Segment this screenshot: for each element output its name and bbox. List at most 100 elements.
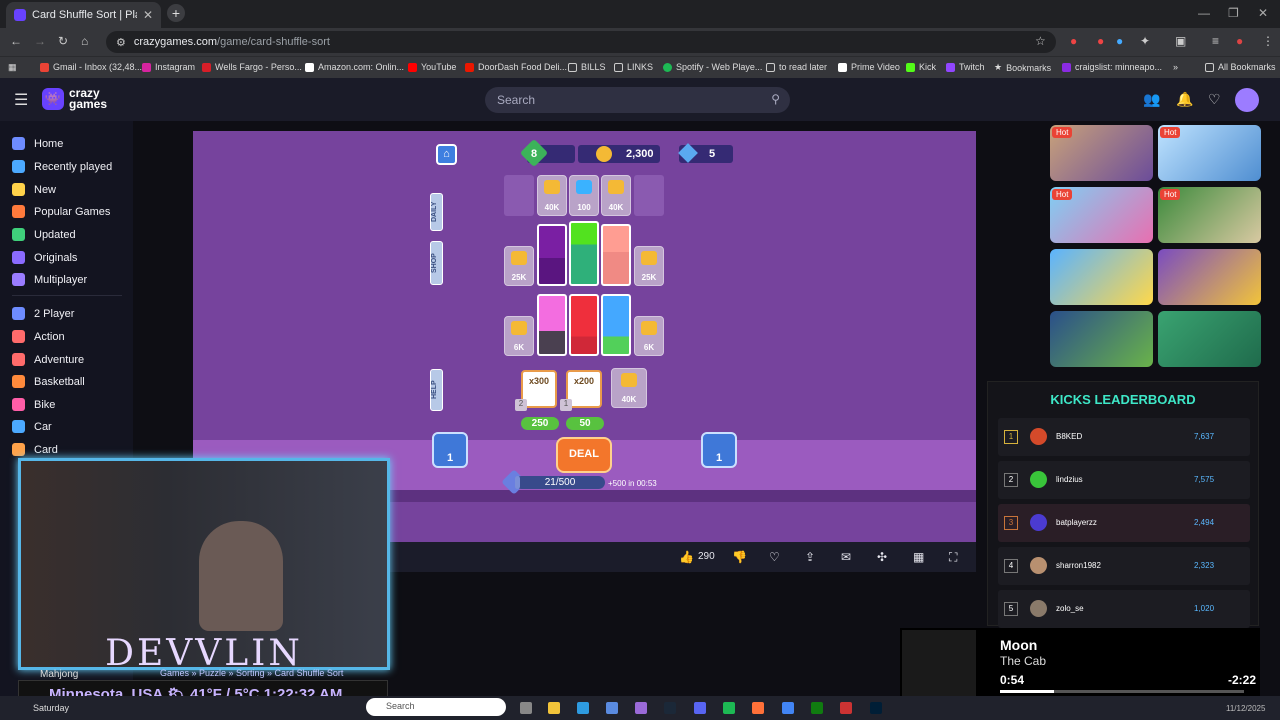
sidebar-item-originals[interactable]: Originals <box>12 251 77 264</box>
home-icon[interactable]: ⌂ <box>81 34 88 48</box>
all-bookmarks-button[interactable]: All Bookmarks <box>1205 62 1276 72</box>
deal-button[interactable]: DEAL <box>556 437 612 473</box>
game-thumbnail[interactable] <box>1050 311 1153 367</box>
bookmark-folder-read-later[interactable]: to read later <box>766 62 827 72</box>
card-stack-pink[interactable] <box>537 294 567 356</box>
firefox-icon[interactable] <box>752 702 764 714</box>
game-thumbnail[interactable] <box>1158 249 1261 305</box>
url-field[interactable]: ⚙ crazygames.com/game/card-shuffle-sort <box>106 31 1056 53</box>
help-button[interactable]: HELP <box>430 369 443 411</box>
game-home-button[interactable]: ⌂ <box>436 144 457 165</box>
game-thumbnail[interactable] <box>1158 311 1261 367</box>
hamburger-menu-icon[interactable]: ☰ <box>14 90 28 110</box>
task-view-icon[interactable] <box>520 702 532 714</box>
game-thumbnail[interactable]: Hot <box>1158 125 1261 181</box>
extensions-puzzle-icon[interactable]: ✦ <box>1140 34 1150 48</box>
sidepanel-icon[interactable]: ▣ <box>1175 34 1186 48</box>
sidebar-item-popular-games[interactable]: Popular Games <box>12 205 110 218</box>
user-avatar[interactable] <box>1235 88 1259 112</box>
sidebar-item-mahjong[interactable]: Mahjong <box>40 669 78 680</box>
extension-icon[interactable]: ● <box>1097 34 1104 48</box>
bookmark-overflow-button[interactable]: » <box>1173 62 1178 72</box>
locked-slot[interactable]: 25K <box>504 246 534 286</box>
crazygames-logo[interactable]: 👾 crazy games <box>42 87 107 110</box>
menu-list-icon[interactable]: ≡ <box>1212 34 1219 48</box>
browser-menu-icon[interactable]: ⋮ <box>1262 34 1274 48</box>
new-tab-button[interactable]: + <box>167 4 185 22</box>
profile-icon[interactable]: ● <box>1236 34 1243 48</box>
close-window-icon[interactable]: ✕ <box>1258 6 1268 20</box>
sidebar-item-2-player[interactable]: 2 Player <box>12 307 74 320</box>
apps-grid-icon[interactable]: ▦ <box>8 62 17 73</box>
taskbar-search[interactable]: Search <box>366 698 506 716</box>
favorite-heart-icon[interactable]: ♡ <box>769 550 780 564</box>
daily-button[interactable]: DAILY <box>430 193 443 231</box>
bookmark-twitch[interactable]: Twitch <box>946 62 985 72</box>
sidebar-item-updated[interactable]: Updated <box>12 228 76 241</box>
locked-slot[interactable]: 25K <box>634 246 664 286</box>
locked-slot[interactable]: 40K <box>601 175 631 216</box>
xbox-icon[interactable] <box>811 702 823 714</box>
extension-icon[interactable]: ● <box>1116 34 1123 48</box>
steam-icon[interactable] <box>664 702 676 714</box>
card-stack-blue[interactable] <box>601 294 631 356</box>
share-icon[interactable]: ⇪ <box>805 550 815 564</box>
sidebar-item-new[interactable]: New <box>12 183 56 196</box>
locked-slot[interactable]: 6K <box>504 316 534 356</box>
maximize-icon[interactable]: ❐ <box>1228 6 1239 20</box>
photoshop-icon[interactable] <box>870 702 882 714</box>
friends-icon[interactable]: 👥 <box>1143 91 1160 108</box>
sidebar-item-car[interactable]: Car <box>12 420 52 433</box>
powerup-bomb-button[interactable]: 1 <box>701 432 737 468</box>
sidebar-item-multiplayer[interactable]: Multiplayer <box>12 273 87 286</box>
forward-icon[interactable]: → <box>34 34 46 48</box>
reload-icon[interactable]: ↻ <box>58 34 68 48</box>
back-icon[interactable]: ← <box>10 34 22 48</box>
bookmark-kick[interactable]: Kick <box>906 62 936 72</box>
multiplier-cost-2[interactable]: 50 <box>566 417 604 430</box>
bookmark-folder-bookmarks[interactable]: ★ Bookmarks <box>994 62 1051 73</box>
copilot-icon[interactable] <box>635 702 647 714</box>
bookmark-prime-video[interactable]: Prime Video <box>838 62 900 72</box>
feedback-icon[interactable]: ✉ <box>841 550 851 564</box>
site-search-input[interactable]: Search ⚲ <box>485 87 790 113</box>
like-icon[interactable]: 👍 <box>679 550 694 564</box>
site-info-icon[interactable]: ⚙ <box>116 36 126 49</box>
app-icon[interactable] <box>840 702 852 714</box>
card-stack-purple[interactable] <box>537 224 567 286</box>
game-thumbnail[interactable]: Hot <box>1050 125 1153 181</box>
extension-icon[interactable]: ● <box>1070 34 1077 48</box>
locked-slot[interactable]: 40K <box>537 175 567 216</box>
close-tab-icon[interactable]: ✕ <box>143 8 153 22</box>
bookmark-gmail[interactable]: Gmail - Inbox (32,48... <box>40 62 142 72</box>
file-explorer-icon[interactable] <box>548 702 560 714</box>
store-icon[interactable] <box>606 702 618 714</box>
card-stack-red[interactable] <box>569 294 599 356</box>
search-icon[interactable]: ⚲ <box>771 92 780 106</box>
card-stack-green[interactable] <box>569 221 599 286</box>
game-thumbnail[interactable]: Hot <box>1158 187 1261 243</box>
shop-button[interactable]: SHOP <box>430 241 443 285</box>
game-thumbnail[interactable] <box>1050 249 1153 305</box>
theater-mode-icon[interactable]: ▦ <box>913 550 924 564</box>
edge-icon[interactable] <box>577 702 589 714</box>
game-thumbnail[interactable]: Hot <box>1050 187 1153 243</box>
browser-tab[interactable]: Card Shuffle Sort | Play on C ✕ <box>6 2 161 28</box>
favorites-heart-icon[interactable]: ♡ <box>1208 91 1221 108</box>
sidebar-item-recently-played[interactable]: Recently played <box>12 160 112 173</box>
minimize-icon[interactable]: — <box>1198 6 1210 20</box>
spotify-icon[interactable] <box>723 702 735 714</box>
locked-multiplier-slot[interactable]: 40K <box>611 368 647 408</box>
chrome-icon[interactable] <box>782 702 794 714</box>
bookmark-star-icon[interactable]: ☆ <box>1035 34 1046 48</box>
bookmark-doordash[interactable]: DoorDash Food Deli... <box>465 62 567 72</box>
bookmark-instagram[interactable]: Instagram <box>142 62 195 72</box>
controls-icon[interactable]: ✣ <box>877 550 887 564</box>
bookmark-youtube[interactable]: YouTube <box>408 62 456 72</box>
bookmark-wellsfargo[interactable]: Wells Fargo - Perso... <box>202 62 302 72</box>
bookmark-folder-links[interactable]: LINKS <box>614 62 653 72</box>
multiplier-cost-1[interactable]: 250 <box>521 417 559 430</box>
sidebar-item-card[interactable]: Card <box>12 443 58 456</box>
notifications-bell-icon[interactable]: 🔔 <box>1176 91 1193 108</box>
fullscreen-icon[interactable]: ⛶ <box>949 550 957 565</box>
